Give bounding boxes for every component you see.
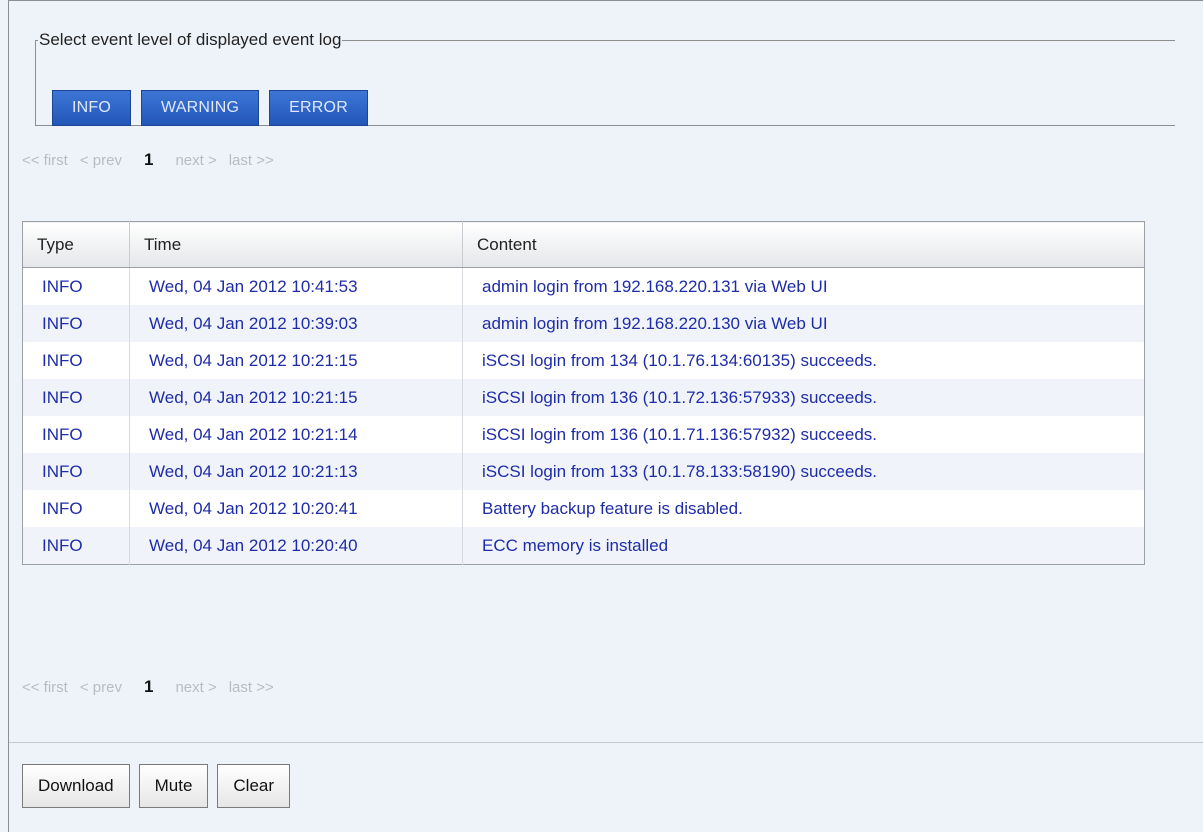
pager-next-link[interactable]: next >	[175, 679, 216, 696]
pager-last-link[interactable]: last >>	[229, 679, 274, 696]
column-header-type[interactable]: Type	[22, 221, 130, 268]
cell-type: INFO	[22, 416, 130, 453]
cell-content: iSCSI login from 136 (10.1.71.136:57932)…	[462, 416, 1145, 453]
pager-current-page: 1	[143, 677, 154, 696]
cell-type: INFO	[22, 490, 130, 527]
frame-left-border	[8, 0, 9, 832]
cell-type: INFO	[22, 453, 130, 490]
pager-prev-link[interactable]: < prev	[80, 152, 122, 169]
table-row[interactable]: INFO Wed, 04 Jan 2012 10:21:14 iSCSI login…	[22, 416, 1145, 453]
clear-button[interactable]: Clear	[217, 764, 291, 808]
table-row[interactable]: INFO Wed, 04 Jan 2012 10:20:41 Battery bac…	[22, 490, 1145, 527]
table-body: INFO Wed, 04 Jan 2012 10:41:53 admin login…	[22, 267, 1145, 565]
frame-top-border	[8, 0, 1203, 1]
cell-type: INFO	[22, 379, 130, 416]
column-header-time[interactable]: Time	[129, 221, 463, 268]
table-row[interactable]: INFO Wed, 04 Jan 2012 10:20:40 ECC memory …	[22, 527, 1145, 565]
cell-content: admin login from 192.168.220.130 via Web…	[462, 305, 1145, 342]
cell-type: INFO	[22, 267, 130, 305]
download-button[interactable]: Download	[22, 764, 130, 808]
level-info-button[interactable]: INFO	[52, 90, 132, 126]
action-buttons: Download Mute Clear	[22, 764, 291, 808]
level-warning-button[interactable]: WARNING	[141, 90, 260, 126]
pager-current-page: 1	[143, 150, 154, 169]
cell-type: INFO	[22, 527, 130, 565]
table-row[interactable]: INFO Wed, 04 Jan 2012 10:21:15 iSCSI login…	[22, 342, 1145, 379]
pager-first-link[interactable]: << first	[22, 679, 68, 696]
pager-top: << first < prev 1 next > last >>	[22, 150, 274, 170]
pager-next-link[interactable]: next >	[175, 152, 216, 169]
table-row[interactable]: INFO Wed, 04 Jan 2012 10:21:13 iSCSI login…	[22, 453, 1145, 490]
column-header-content[interactable]: Content	[462, 221, 1145, 268]
cell-content: Battery backup feature is disabled.	[462, 490, 1145, 527]
cell-time: Wed, 04 Jan 2012 10:21:13	[129, 453, 463, 490]
cell-type: INFO	[22, 342, 130, 379]
table-row[interactable]: INFO Wed, 04 Jan 2012 10:21:15 iSCSI login…	[22, 379, 1145, 416]
cell-content: ECC memory is installed	[462, 527, 1145, 565]
pager-prev-link[interactable]: < prev	[80, 679, 122, 696]
event-level-legend: Select event level of displayed event lo…	[39, 30, 342, 49]
cell-time: Wed, 04 Jan 2012 10:20:40	[129, 527, 463, 565]
pager-first-link[interactable]: << first	[22, 152, 68, 169]
cell-time: Wed, 04 Jan 2012 10:21:15	[129, 342, 463, 379]
event-level-fieldset: Select event level of displayed event lo…	[35, 30, 1175, 126]
cell-time: Wed, 04 Jan 2012 10:21:14	[129, 416, 463, 453]
event-level-buttons: INFO WARNING ERROR	[52, 90, 368, 126]
cell-time: Wed, 04 Jan 2012 10:41:53	[129, 267, 463, 305]
cell-time: Wed, 04 Jan 2012 10:21:15	[129, 379, 463, 416]
mute-button[interactable]: Mute	[138, 764, 209, 808]
cell-time: Wed, 04 Jan 2012 10:20:41	[129, 490, 463, 527]
cell-type: INFO	[22, 305, 130, 342]
table-row[interactable]: INFO Wed, 04 Jan 2012 10:41:53 admin login…	[22, 267, 1145, 305]
level-error-button[interactable]: ERROR	[269, 90, 368, 126]
cell-content: iSCSI login from 133 (10.1.78.133:58190)…	[462, 453, 1145, 490]
pager-bottom: << first < prev 1 next > last >>	[22, 677, 274, 697]
section-divider	[9, 742, 1203, 743]
pager-last-link[interactable]: last >>	[229, 152, 274, 169]
cell-content: iSCSI login from 134 (10.1.76.134:60135)…	[462, 342, 1145, 379]
event-log-table: Type Time Content INFO Wed, 04 Jan 2012 1…	[22, 221, 1145, 565]
table-row[interactable]: INFO Wed, 04 Jan 2012 10:39:03 admin login…	[22, 305, 1145, 342]
cell-time: Wed, 04 Jan 2012 10:39:03	[129, 305, 463, 342]
table-header-row: Type Time Content	[22, 221, 1145, 268]
cell-content: iSCSI login from 136 (10.1.72.136:57933)…	[462, 379, 1145, 416]
cell-content: admin login from 192.168.220.131 via Web…	[462, 267, 1145, 305]
